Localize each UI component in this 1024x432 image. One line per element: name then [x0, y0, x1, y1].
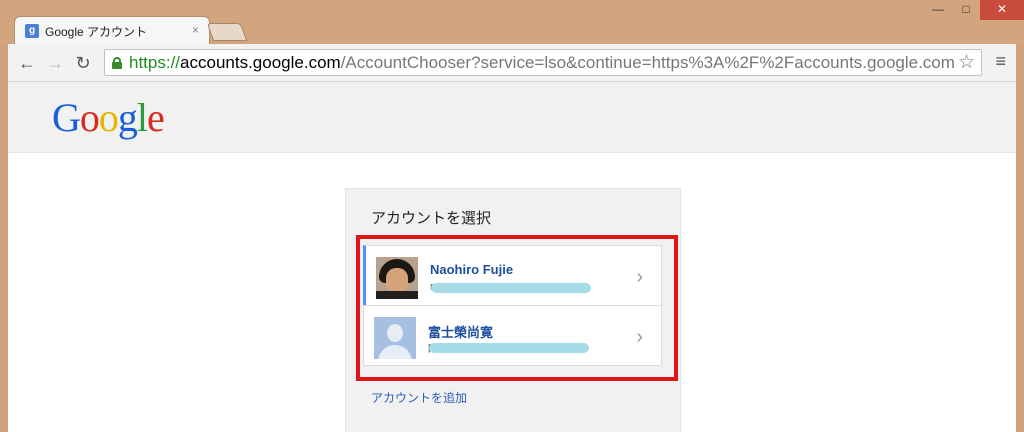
url-host: accounts.google.com [180, 53, 341, 72]
avatar [376, 257, 418, 299]
minimize-icon[interactable]: — [924, 0, 952, 20]
account-name: 富士榮尚寛 [428, 325, 494, 340]
chevron-right-icon: › [636, 326, 643, 348]
browser-menu-icon[interactable]: ≡ [995, 51, 1006, 72]
url-text[interactable]: https://accounts.google.com/AccountChoos… [129, 53, 955, 73]
account-item-naohiro-fujie[interactable]: Naohiro Fujie n › [363, 245, 662, 306]
tab-close-icon[interactable]: × [192, 23, 199, 37]
close-window-icon[interactable]: ✕ [980, 0, 1024, 20]
add-account-link[interactable]: アカウントを追加 [371, 389, 467, 406]
back-icon[interactable]: ← [16, 52, 38, 74]
window-controls: — □ ✕ [924, 0, 1024, 22]
url-path: /AccountChooser?service=lso&continue=htt… [340, 53, 955, 72]
lock-icon [112, 57, 122, 69]
page-viewport: Google アカウントを選択 Naohiro Fujie n › 富士榮尚寛 … [8, 82, 1016, 432]
redacted-email [431, 283, 591, 293]
chevron-right-icon: › [636, 266, 643, 288]
tab-title: Google アカウント [45, 25, 148, 39]
bookmark-star-icon[interactable]: ☆ [958, 51, 975, 74]
new-tab-button[interactable] [206, 23, 248, 41]
maximize-icon[interactable]: □ [952, 0, 980, 20]
forward-icon[interactable]: → [44, 52, 66, 74]
account-item-fujie-naohiro[interactable]: 富士榮尚寛 p › [363, 305, 662, 366]
browser-tab[interactable]: g Google アカウント × [14, 16, 210, 44]
google-logo: Google [52, 95, 165, 140]
account-name: Naohiro Fujie [430, 262, 514, 277]
url-scheme: https:// [129, 53, 181, 72]
browser-toolbar: ← → ↻ https://accounts.google.com/Accoun… [8, 44, 1016, 82]
account-chooser-title: アカウントを選択 [371, 210, 492, 227]
reload-icon[interactable]: ↻ [72, 52, 94, 74]
default-avatar-icon [374, 317, 416, 359]
redacted-email [429, 343, 589, 353]
browser-title-bar: g Google アカウント × — □ ✕ [0, 0, 1024, 44]
account-chooser-card: アカウントを選択 Naohiro Fujie n › 富士榮尚寛 p › [345, 188, 681, 432]
g-icon: g [25, 24, 39, 38]
address-bar[interactable]: https://accounts.google.com/AccountChoos… [104, 49, 982, 76]
google-header: Google [8, 82, 1016, 153]
account-list: Naohiro Fujie n › 富士榮尚寛 p › [363, 245, 662, 366]
